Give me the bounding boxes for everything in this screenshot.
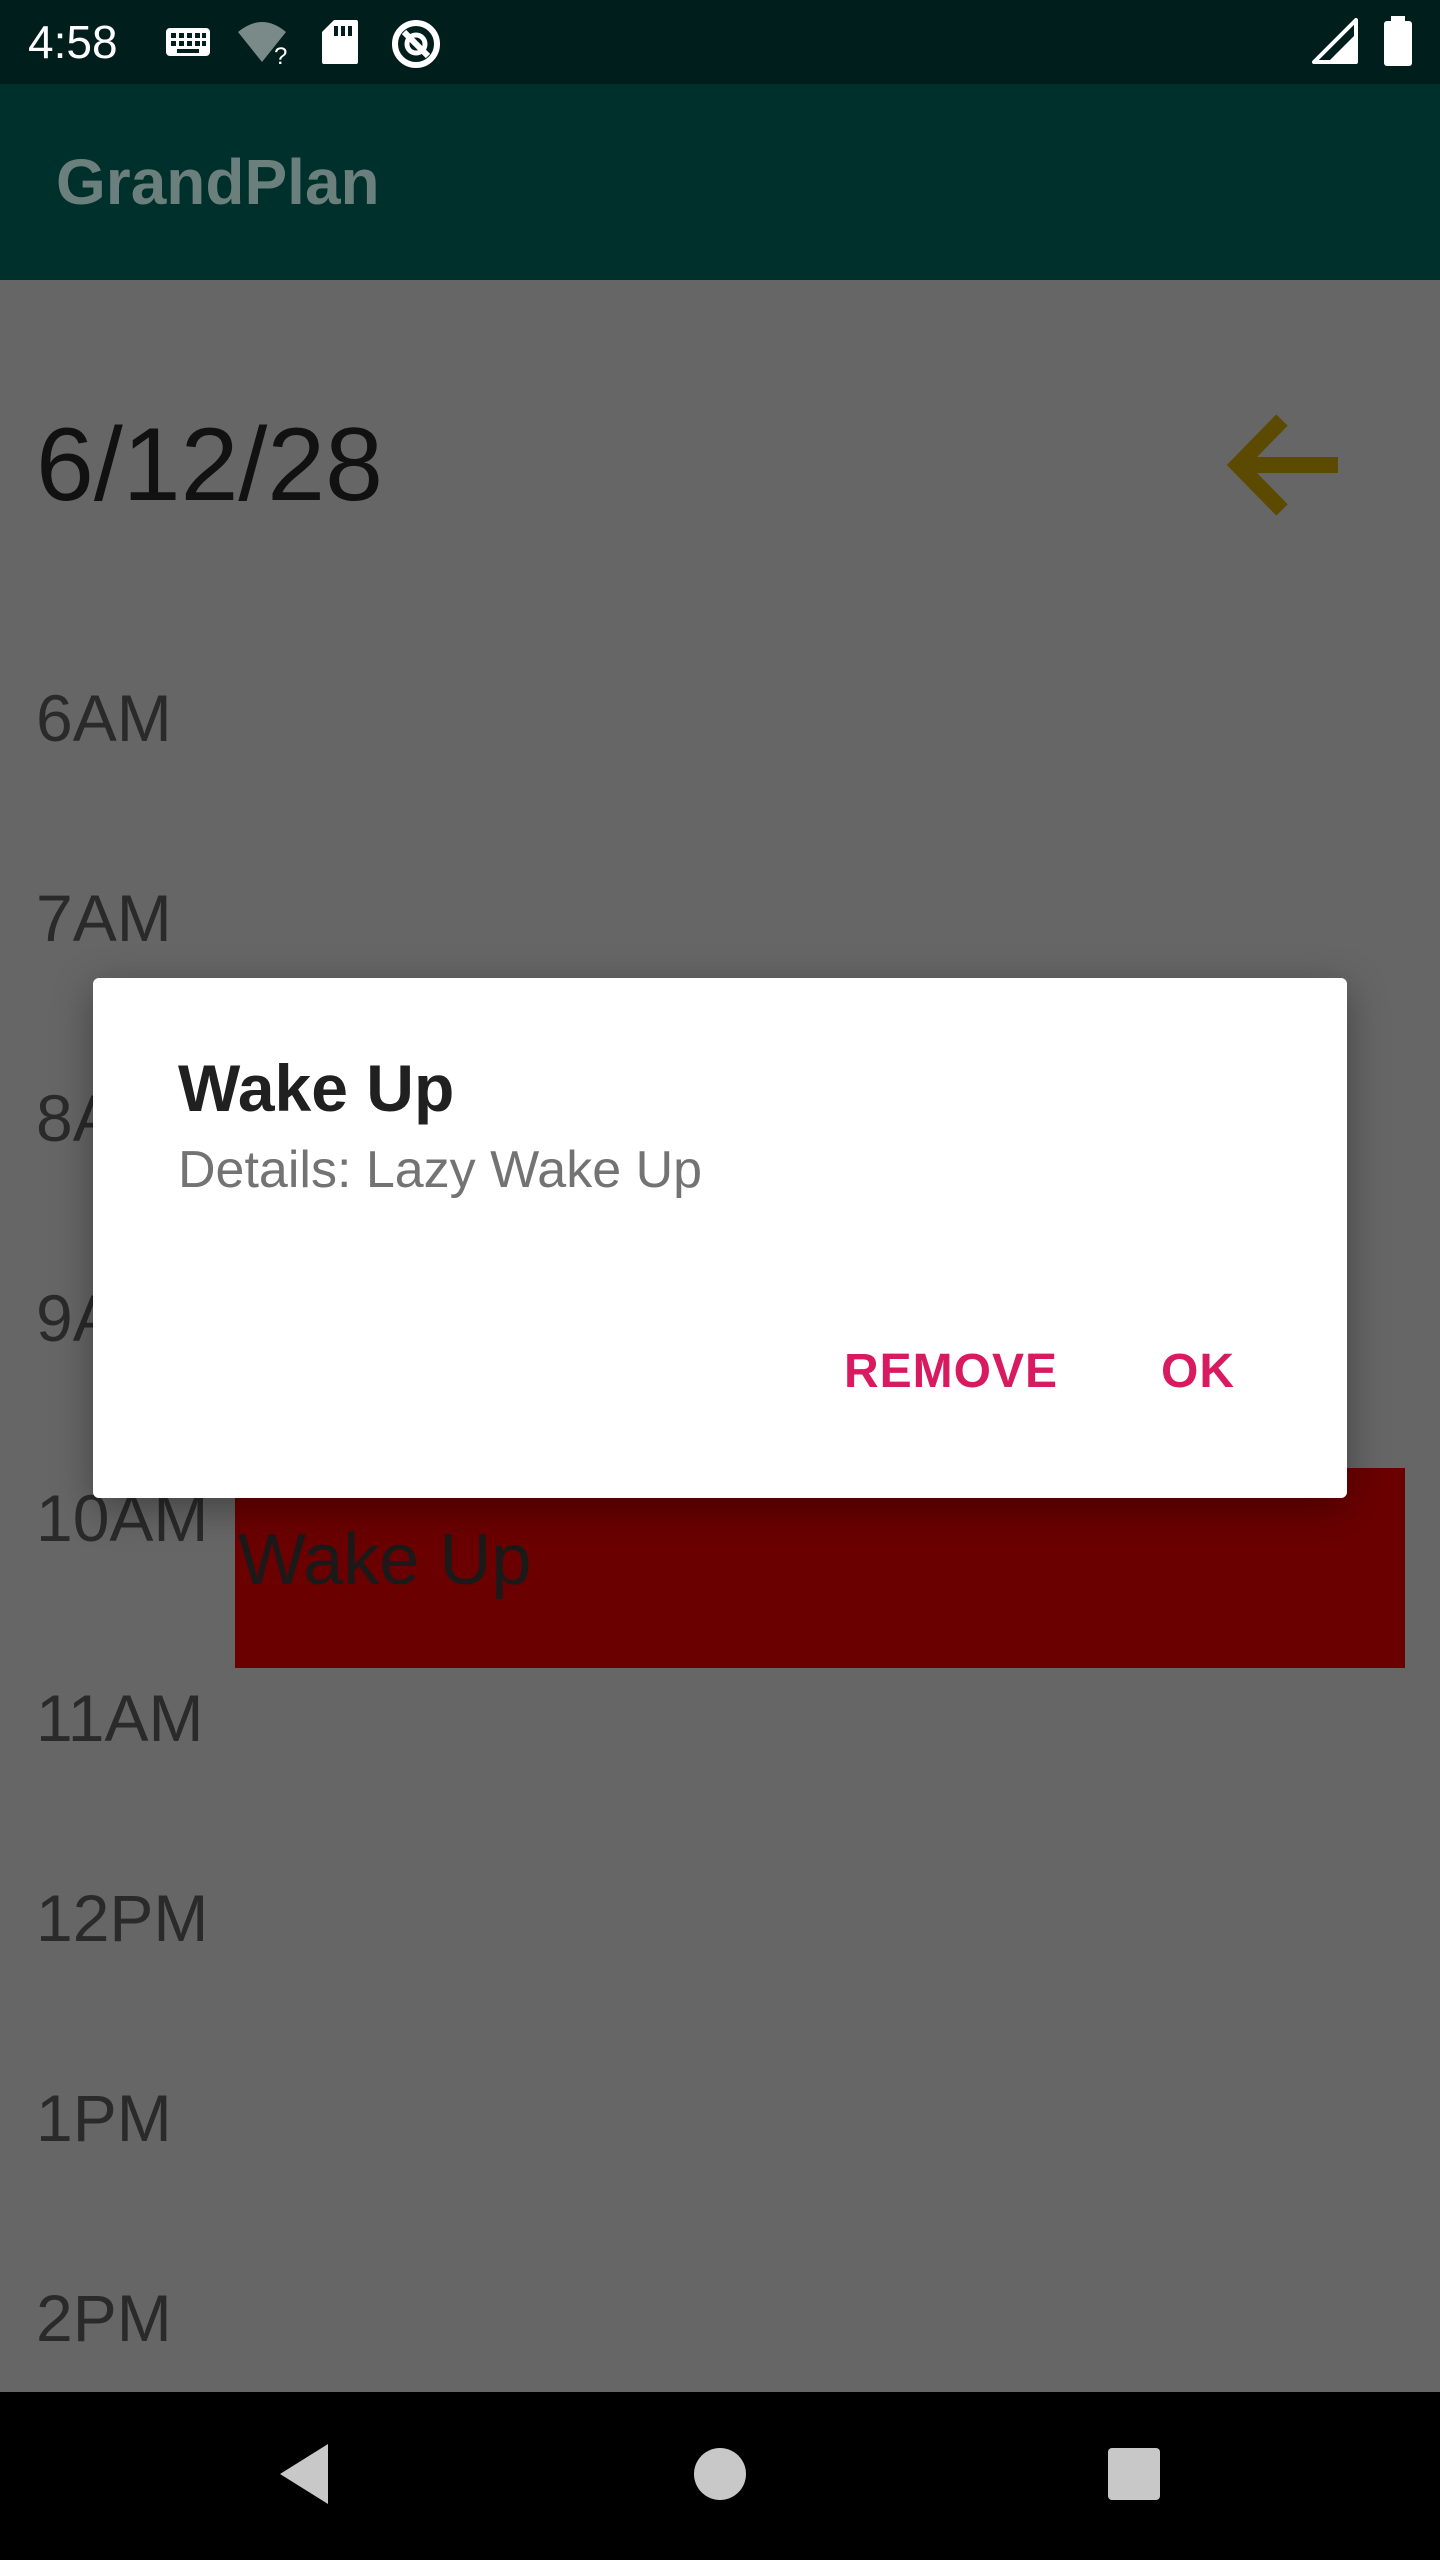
status-bar: 4:58 ? [0, 0, 1440, 84]
remove-button[interactable]: REMOVE [844, 1342, 1058, 1402]
wifi-unknown-icon: ? [238, 22, 287, 66]
event-dialog: Wake Up Details: Lazy Wake Up REMOVE OK [93, 978, 1347, 1498]
ok-button[interactable]: OK [1161, 1342, 1235, 1402]
keyboard-icon [166, 28, 210, 56]
status-time: 4:58 [28, 16, 118, 68]
hour-label: 1PM [36, 2081, 172, 2155]
dialog-message: Details: Lazy Wake Up [178, 1141, 703, 1199]
battery-icon [1384, 16, 1412, 66]
hour-label: 11AM [36, 1681, 204, 1755]
back-icon[interactable] [268, 2434, 348, 2514]
nav-bar [0, 2392, 1440, 2560]
hour-label: 2PM [36, 2281, 172, 2355]
event-label: Wake Up [238, 1520, 532, 1600]
app-title: GrandPlan [56, 146, 380, 218]
home-icon[interactable] [680, 2434, 760, 2514]
sd-card-icon [322, 20, 358, 64]
data-saver-icon [392, 20, 440, 68]
back-arrow-button[interactable] [1220, 400, 1350, 530]
date-label: 6/12/28 [36, 407, 383, 523]
cell-signal-icon [1312, 18, 1358, 64]
dialog-title: Wake Up [178, 1051, 455, 1125]
arrow-left-icon [1226, 414, 1338, 516]
app-bar: GrandPlan [0, 84, 1440, 280]
hour-label: 12PM [36, 1881, 209, 1955]
svg-text:?: ? [274, 43, 287, 66]
recents-icon[interactable] [1094, 2434, 1174, 2514]
hour-label: 6AM [36, 681, 172, 755]
hour-label: 7AM [36, 881, 172, 955]
